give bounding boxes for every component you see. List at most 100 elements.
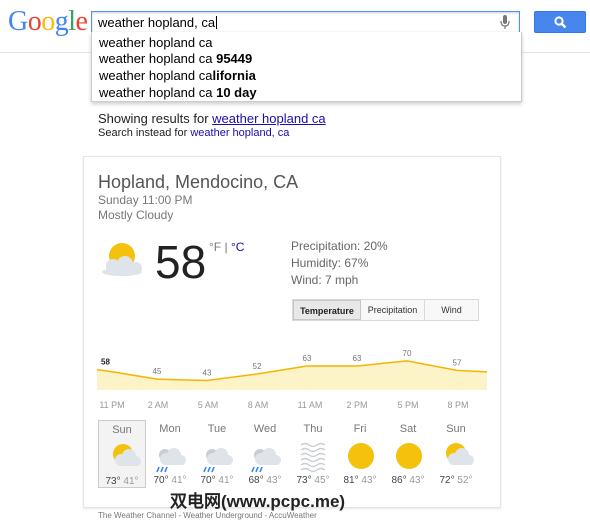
partly-cloudy-icon	[102, 243, 142, 276]
forecast-high: 70°	[153, 475, 169, 486]
search-icon	[554, 16, 567, 29]
forecast-low: 43°	[361, 475, 377, 486]
microphone-icon[interactable]	[500, 15, 510, 30]
suggestion-item[interactable]: weather hopland california	[99, 68, 256, 83]
time-tick-label: 5 AM	[197, 400, 219, 410]
sun-icon	[343, 439, 379, 480]
forecast-day-temps: 68° 43°	[241, 475, 289, 486]
suggestion-item[interactable]: weather hopland ca	[99, 35, 212, 50]
chart-data-label: 58	[101, 358, 110, 367]
time-tick-label: 11 PM	[99, 400, 125, 410]
instead-prefix: Search instead for	[98, 127, 191, 139]
forecast-day[interactable]: Sun 72° 52°	[432, 420, 480, 488]
celsius-unit[interactable]: °C	[231, 240, 244, 254]
chart-data-label: 70	[403, 349, 412, 358]
forecast-low: 45°	[314, 475, 330, 486]
time-tick-label: 11 AM	[297, 400, 323, 410]
forecast-low: 41°	[123, 476, 139, 487]
unit-separator: |	[221, 240, 231, 254]
chart-data-label: 57	[453, 358, 462, 367]
chart-data-label: 52	[253, 362, 262, 371]
forecast-low: 41°	[171, 475, 187, 486]
forecast-day-temps: 73° 41°	[99, 476, 145, 487]
autocomplete-dropdown: weather hopland ca weather hopland ca 95…	[91, 32, 522, 102]
time-tick-label: 8 AM	[247, 400, 269, 410]
fog-icon	[296, 439, 332, 480]
forecast-day-temps: 81° 43°	[336, 475, 384, 486]
forecast-low: 43°	[266, 475, 282, 486]
suggestion-item[interactable]: weather hopland ca 95449	[99, 51, 252, 66]
google-logo[interactable]: Google	[8, 6, 88, 38]
rain-cloud-icon	[248, 439, 284, 480]
forecast-day-temps: 86° 43°	[384, 475, 432, 486]
logo-letter: l	[68, 6, 76, 37]
forecast-day-name: Fri	[353, 423, 367, 435]
current-temperature: 58	[155, 236, 207, 288]
forecast-day[interactable]: Sat 86° 43°	[384, 420, 432, 488]
partly-cloudy-icon	[106, 440, 142, 481]
unit-toggle: °F | °C	[209, 240, 244, 254]
search-query-text: weather hopland, ca	[98, 15, 218, 30]
corrected-query-link[interactable]: weather hopland ca	[212, 111, 325, 126]
forecast-day-temps: 70° 41°	[193, 475, 241, 486]
forecast-day[interactable]: Tue 70° 41°	[193, 420, 241, 488]
forecast-low: 43°	[409, 475, 425, 486]
search-input[interactable]: weather hopland, ca	[91, 11, 520, 33]
sun-icon	[391, 439, 427, 480]
suggestion-item[interactable]: weather hopland ca 10 day	[99, 85, 257, 100]
tab-temperature[interactable]: Temperature	[293, 300, 361, 320]
search-instead-notice: Search instead for weather hopland, ca	[98, 127, 289, 139]
search-button[interactable]	[534, 11, 586, 33]
precipitation-stat: Precipitation: 20%	[291, 239, 388, 253]
forecast-day-temps: 70° 41°	[146, 475, 194, 486]
rain-cloud-icon	[200, 439, 236, 480]
forecast-day-name: Wed	[253, 423, 277, 435]
forecast-day-name: Mon	[159, 423, 181, 435]
forecast-high: 72°	[439, 475, 455, 486]
forecast-day-temps: 73° 45°	[289, 475, 337, 486]
forecast-day[interactable]: Mon 70° 41°	[146, 420, 194, 488]
tab-precipitation[interactable]: Precipitation	[361, 300, 425, 320]
rain-cloud-icon	[153, 439, 189, 480]
humidity-stat: Humidity: 67%	[291, 256, 369, 270]
time-tick-label: 8 PM	[447, 400, 469, 410]
logo-letter: e	[75, 6, 88, 37]
forecast-day-name: Sun	[112, 424, 132, 436]
forecast-high: 73°	[105, 476, 121, 487]
weather-tabs: Temperature Precipitation Wind	[292, 299, 479, 321]
logo-letter: g	[54, 6, 69, 37]
chart-data-label: 43	[203, 369, 212, 378]
forecast-day-name: Sun	[446, 423, 466, 435]
showing-prefix: Showing results for	[98, 111, 213, 126]
weather-condition: Mostly Cloudy	[98, 208, 174, 222]
forecast-day-name: Tue	[207, 423, 227, 435]
forecast-high: 86°	[391, 475, 407, 486]
chart-data-label: 63	[353, 354, 362, 363]
logo-letter: G	[8, 6, 28, 37]
forecast-day[interactable]: Sun 73° 41°	[98, 420, 146, 488]
time-tick-label: 5 PM	[397, 400, 419, 410]
watermark-text: 双电网(www.pcpc.me)	[170, 492, 346, 511]
forecast-day[interactable]: Fri 81° 43°	[336, 420, 384, 488]
tab-wind[interactable]: Wind	[425, 300, 478, 320]
original-query-link[interactable]: weather hopland, ca	[190, 127, 289, 139]
logo-letter: o	[27, 6, 42, 37]
forecast-day-name: Thu	[303, 423, 323, 435]
temperature-chart: 58 45 43 52 63 63 70 57	[97, 349, 487, 390]
time-tick-label: 2 PM	[346, 400, 368, 410]
forecast-high: 81°	[343, 475, 359, 486]
showing-results-notice: Showing results for weather hopland ca	[98, 111, 326, 126]
forecast-high: 70°	[200, 475, 216, 486]
chart-data-label: 45	[153, 367, 162, 376]
partly-cloudy-icon	[439, 439, 475, 480]
weather-location: Hopland, Mendocino, CA	[98, 172, 299, 192]
wind-stat: Wind: 7 mph	[291, 273, 359, 287]
fahrenheit-unit[interactable]: °F	[209, 240, 221, 254]
forecast-day[interactable]: Wed 68° 43°	[241, 420, 289, 488]
forecast-day[interactable]: Thu 73° 45°	[289, 420, 337, 488]
forecast-day-temps: 72° 52°	[432, 475, 480, 486]
forecast-low: 41°	[218, 475, 234, 486]
forecast-high: 73°	[296, 475, 312, 486]
weather-datetime: Sunday 11:00 PM	[98, 193, 193, 207]
forecast-day-name: Sat	[399, 423, 417, 435]
